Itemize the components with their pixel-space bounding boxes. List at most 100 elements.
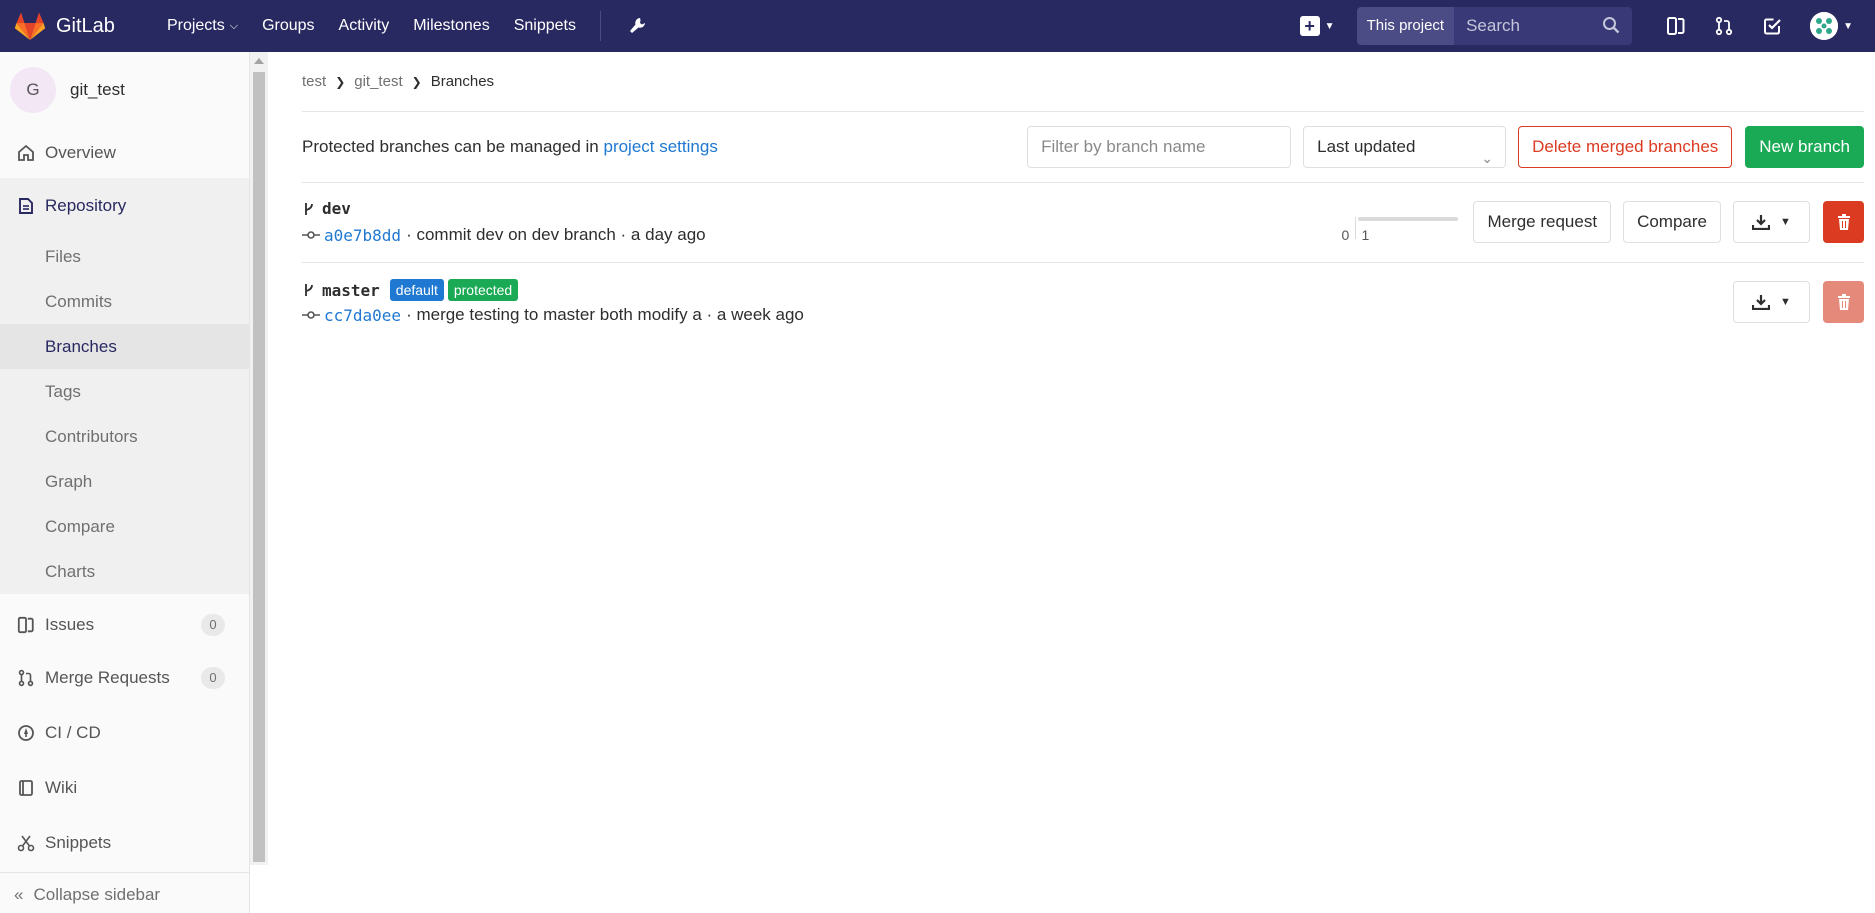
sidebar-sub-contributors[interactable]: Contributors — [0, 414, 249, 459]
delete-branch-button[interactable] — [1823, 201, 1864, 243]
sidebar-sub-commits[interactable]: Commits — [0, 279, 249, 324]
download-icon — [1752, 215, 1771, 230]
chevron-right-icon: ❯ — [411, 74, 422, 89]
nav-divider — [599, 11, 601, 41]
todos-nav-icon[interactable] — [1760, 14, 1784, 38]
double-chevron-left-icon: « — [14, 885, 24, 904]
home-icon — [16, 143, 36, 163]
gitlab-logo-icon — [14, 12, 46, 40]
branch-name[interactable]: dev — [322, 199, 351, 218]
sidebar-item-merge-requests[interactable]: Merge Requests 0 — [0, 650, 249, 705]
merge-request-button[interactable]: Merge request — [1473, 201, 1612, 243]
commit-icon — [302, 311, 320, 319]
issues-nav-icon[interactable] — [1664, 14, 1688, 38]
chevron-down-icon: ▼ — [1324, 20, 1335, 32]
commit-sha-link[interactable]: cc7da0ee — [324, 306, 401, 325]
search-box[interactable]: This project Search — [1356, 7, 1633, 45]
commits-ahead: 1 — [1361, 227, 1370, 243]
search-scope[interactable]: This project — [1356, 7, 1455, 45]
chevron-down-icon: ▼ — [1780, 296, 1791, 308]
toolbar-actions: Filter by branch name Last updated ⌄ Del… — [1027, 126, 1864, 168]
sidebar-sub-graph[interactable]: Graph — [0, 459, 249, 504]
wrench-icon[interactable] — [627, 16, 647, 36]
sidebar-item-overview[interactable]: Overview — [0, 128, 249, 178]
chevron-down-icon: ⌄ — [1481, 150, 1494, 166]
sidebar-item-repository[interactable]: Repository — [0, 178, 249, 234]
sidebar-item-issues[interactable]: Issues 0 — [0, 600, 249, 650]
nav-projects-label: Projects — [166, 17, 225, 34]
sidebar-item-label: Wiki — [45, 777, 78, 797]
sidebar-sub-compare[interactable]: Compare — [0, 504, 249, 549]
breadcrumb: test ❯ git_test ❯ Branches — [302, 52, 1864, 112]
divergence-graph: 0 1 — [1341, 201, 1459, 243]
compare-button[interactable]: Compare — [1623, 201, 1721, 243]
delete-branch-button-disabled — [1823, 281, 1864, 323]
doc-icon — [16, 196, 36, 216]
download-dropdown[interactable]: ▼ — [1733, 201, 1810, 243]
sidebar-scrollbar[interactable] — [250, 52, 268, 865]
chevron-down-icon: ⌵ — [229, 19, 239, 32]
new-dropdown[interactable]: + ▼ — [1299, 16, 1335, 36]
branch-title: master default protected — [302, 279, 519, 301]
brand[interactable]: GitLab — [14, 0, 115, 52]
scroll-up-arrow-icon[interactable] — [254, 58, 264, 64]
branch-icon — [305, 202, 313, 215]
scrollbar-thumb[interactable] — [253, 72, 265, 862]
sidebar-item-cicd[interactable]: CI / CD — [0, 705, 249, 760]
protected-badge: protected — [447, 279, 519, 301]
nav-activity[interactable]: Activity — [339, 17, 390, 35]
project-settings-link[interactable]: project settings — [603, 137, 717, 156]
sidebar-sub-tags[interactable]: Tags — [0, 369, 249, 414]
repository-submenu: Files Commits Branches Tags Contributors… — [0, 234, 249, 594]
sidebar-sub-branches[interactable]: Branches — [0, 324, 249, 369]
new-branch-button[interactable]: New branch — [1745, 126, 1864, 168]
sidebar-sub-files[interactable]: Files — [0, 234, 249, 279]
project-name: git_test — [70, 80, 125, 99]
main-content: test ❯ git_test ❯ Branches Protected bra… — [302, 52, 1864, 343]
merge-request-nav-icon[interactable] — [1712, 14, 1736, 38]
branch-name[interactable]: master — [322, 281, 380, 300]
protected-info: Protected branches can be managed in pro… — [302, 137, 718, 157]
sidebar-item-label: CI / CD — [45, 722, 101, 742]
sidebar-item-wiki[interactable]: Wiki — [0, 760, 249, 815]
branch-row: dev a0e7b8dd · commit dev on dev branch … — [302, 183, 1864, 263]
scissors-icon — [16, 833, 36, 853]
collapse-label: Collapse sidebar — [33, 885, 161, 904]
breadcrumb-project[interactable]: git_test — [354, 73, 402, 90]
nav-snippets[interactable]: Snippets — [514, 17, 576, 35]
sidebar-item-label: Merge Requests — [45, 667, 170, 687]
download-icon — [1752, 295, 1771, 310]
delete-merged-branches-button[interactable]: Delete merged branches — [1518, 126, 1733, 168]
sidebar-sub-charts[interactable]: Charts — [0, 549, 249, 594]
rocket-icon — [16, 723, 36, 743]
sidebar-item-label: Snippets — [45, 832, 112, 852]
sidebar-item-label: Issues — [45, 615, 95, 634]
issues-icon — [16, 615, 36, 635]
download-dropdown[interactable]: ▼ — [1733, 281, 1810, 323]
commit-sha-link[interactable]: a0e7b8dd — [324, 226, 401, 245]
branch-row: master default protected cc7da0ee · merg… — [302, 263, 1864, 343]
default-badge: default — [389, 279, 444, 301]
project-header[interactable]: G git_test — [0, 52, 249, 128]
protected-info-text: Protected branches can be managed in — [302, 137, 604, 156]
search-input[interactable]: Search — [1454, 7, 1633, 45]
merge-request-icon — [16, 668, 36, 688]
project-sidebar: G git_test Overview Repository Files Com… — [0, 52, 250, 913]
nav-groups[interactable]: Groups — [262, 17, 314, 35]
commit-icon — [302, 231, 320, 239]
branch-filter-input[interactable]: Filter by branch name — [1027, 126, 1292, 168]
commit-message: · merge testing to master both modify a … — [406, 305, 804, 324]
user-menu[interactable]: ▼ — [1810, 12, 1853, 40]
breadcrumb-group[interactable]: test — [302, 73, 326, 90]
nav-milestones[interactable]: Milestones — [413, 17, 489, 35]
nav-projects[interactable]: Projects ⌵ — [167, 17, 238, 35]
breadcrumb-current: Branches — [430, 73, 495, 90]
search-placeholder: Search — [1466, 16, 1520, 35]
sidebar-item-snippets[interactable]: Snippets — [0, 815, 249, 870]
brand-name: GitLab — [56, 14, 115, 37]
branch-title: dev — [302, 199, 351, 218]
collapse-sidebar[interactable]: « Collapse sidebar — [0, 872, 250, 913]
nav-right: + ▼ This project Search ▼ — [1299, 0, 1875, 52]
sort-dropdown[interactable]: Last updated ⌄ — [1303, 126, 1507, 168]
nav-links: Projects ⌵ Groups Activity Milestones Sn… — [167, 0, 647, 52]
